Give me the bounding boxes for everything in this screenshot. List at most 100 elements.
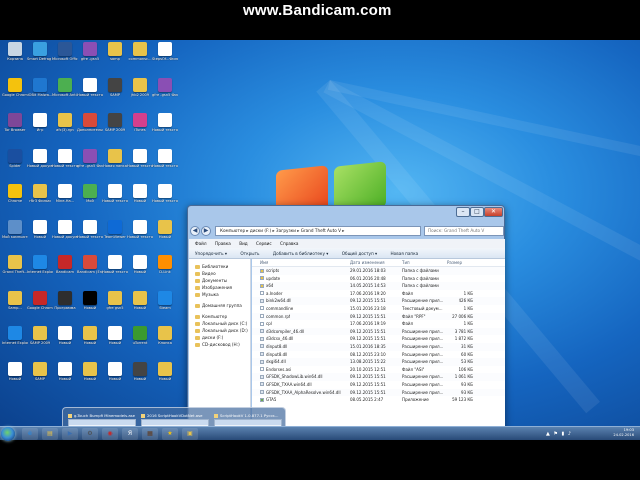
desktop-icon[interactable]: D-Link (152, 253, 178, 289)
desktop-icon[interactable]: Steam (152, 289, 178, 325)
desktop-icon[interactable]: Новый текстовый (102, 253, 128, 289)
nav-item[interactable]: Изображения (189, 284, 250, 291)
desktop-icon[interactable]: Новый (102, 324, 128, 360)
desktop-icon[interactable]: Google Chrome (2, 76, 28, 112)
desktop-icon[interactable]: Новый (77, 324, 103, 360)
desktop-icon[interactable]: SAMP 2009 (27, 324, 53, 360)
nav-item[interactable]: Компьютер (189, 313, 250, 320)
desktop-icon[interactable]: Новый (127, 289, 153, 325)
desktop-icon[interactable]: Новый (127, 182, 153, 218)
taskbar-app-icon[interactable]: ▣ (182, 428, 198, 440)
organize-button[interactable]: Упорядочить ▾ (195, 251, 227, 256)
explorer-window[interactable]: – □ ✕ ◀ ▶ Компьютер ▸ диски (F:) ▸ Загру… (187, 205, 505, 440)
file-row[interactable]: d3dcsx_46.dll 09.12.2015 15:51 Расширение … (252, 335, 505, 343)
column-type[interactable]: Тип (402, 259, 410, 267)
desktop-icon[interactable]: Новый текстовый (77, 218, 103, 254)
desktop-icon[interactable]: Новый текстовый... (152, 182, 178, 218)
desktop-icon[interactable]: StepsOf...Фильм (152, 40, 178, 76)
desktop-icon[interactable]: iOBit Malwa... (27, 76, 53, 112)
file-row[interactable]: commandline 15.01.2016 23:18 Текстовый док… (252, 305, 505, 313)
desktop-icon[interactable]: Tor Browser (2, 111, 28, 147)
desktop-icon[interactable]: Internet Explorer (2, 324, 28, 360)
file-row[interactable]: dxgi64.dll 13.08.2015 15:22 Расширение при… (252, 358, 505, 366)
desktop-icon[interactable]: Mine-Ha... (52, 182, 78, 218)
file-row[interactable]: GFSDK_ShadowLib.win64.dll 09.12.2015 15:5… (252, 373, 505, 381)
desktop-icon[interactable]: Новый текстовый... (152, 147, 178, 183)
desktop[interactable]: Корзина Smart Defrag 4Microsoft Office Wo… (0, 40, 640, 440)
taskbar-app-icon[interactable]: ▶ (62, 428, 78, 440)
add-to-library-button[interactable]: Добавить в библиотеку ▾ (273, 251, 329, 256)
file-row[interactable]: GTA5 08.05.2015 2:47 Приложение 59 123 КБ (252, 396, 505, 404)
desktop-icon[interactable]: Новый (77, 289, 103, 325)
file-row[interactable]: dinput8.dll 15.01.2016 18:35 Расширение пр… (252, 342, 505, 351)
file-row[interactable]: dinput8.dll 08.12.2015 23:10 Расширение пр… (252, 351, 505, 359)
desktop-icon[interactable]: Новый текстовый (102, 182, 128, 218)
desktop-icon[interactable]: Microsoft Anti-Malware (52, 76, 78, 112)
address-bar[interactable]: Компьютер ▸ диски (F:) ▸ Загрузки ▸ Gran… (215, 226, 421, 236)
start-button[interactable] (1, 427, 15, 441)
desktop-icon[interactable]: gfre -gsn5 Фильм (77, 147, 103, 183)
desktop-icon[interactable]: Internet Explorer (27, 253, 53, 289)
desktop-icon[interactable]: Новый (77, 360, 103, 396)
nav-item[interactable]: Документы (189, 277, 250, 284)
desktop-icon[interactable]: Новый (102, 360, 128, 396)
menu-view[interactable]: Вид (239, 241, 248, 246)
file-row[interactable]: x64 14.05.2015 14:53 Папка с файлами (252, 282, 505, 290)
desktop-icon[interactable]: iTunes (127, 111, 153, 147)
column-name[interactable]: Имя (260, 259, 268, 267)
taskbar-app-icon[interactable]: Я (122, 428, 138, 440)
taskbar-app-icon[interactable]: ▤ (42, 428, 58, 440)
desktop-icon[interactable]: Новый текстовый... (152, 111, 178, 147)
desktop-icon[interactable]: Bandicam (52, 253, 78, 289)
desktop-icon[interactable]: Дополнительно (77, 111, 103, 147)
desktop-icon[interactable]: Microsoft Office Wo... (52, 40, 78, 76)
desktop-icon[interactable]: Новый (2, 360, 28, 396)
menu-file[interactable]: Файл (195, 241, 207, 246)
nav-item[interactable]: Локальный диск (D:) (189, 327, 250, 334)
menu-help[interactable]: Справка (280, 241, 298, 246)
clock[interactable]: 19:03 24.02.2016 (568, 428, 634, 438)
file-row[interactable]: bink2w64.dll 09.12.2015 15:51 Расширение п… (252, 297, 505, 305)
desktop-icon[interactable]: Samp... (2, 289, 28, 325)
desktop-icon[interactable]: Мой компьютер (2, 218, 28, 254)
minimize-button[interactable]: – (456, 207, 470, 217)
file-row[interactable]: GFSDK_TXAA.win64.dll 09.12.2015 15:51 Расш… (252, 381, 505, 389)
desktop-icon[interactable]: Мой (77, 182, 103, 218)
desktop-icon[interactable]: Новый (152, 360, 178, 396)
desktop-icon[interactable]: Smart Defrag 4 (27, 40, 53, 76)
desktop-icon[interactable]: TeamViewer (102, 218, 128, 254)
desktop-icon[interactable]: Grand Theft... (2, 253, 28, 289)
column-size[interactable]: Размер (447, 259, 462, 267)
desktop-icon[interactable]: SAMP (27, 360, 53, 396)
nav-item[interactable]: Библиотеки (189, 263, 250, 270)
desktop-icon[interactable]: Новый текстовый (52, 147, 78, 183)
forward-arrow-icon[interactable]: ▶ (201, 226, 211, 236)
desktop-icon[interactable]: commonsc... (127, 40, 153, 76)
menu-tools[interactable]: Сервис (256, 241, 272, 246)
file-row[interactable]: scripts 29.01.2016 18:03 Папка с файлами (252, 267, 505, 275)
desktop-icon[interactable]: Новый (152, 218, 178, 254)
desktop-icon[interactable]: uTorrent (127, 324, 153, 360)
desktop-icon[interactable]: samp (102, 40, 128, 76)
desktop-icon[interactable]: Кнопка (152, 324, 178, 360)
file-row[interactable]: GFSDK_TXAA_AlphaResolve.win64.dll 09.12.2… (252, 388, 505, 397)
desktop-icon[interactable]: Новый документ (52, 218, 78, 254)
desktop-icon[interactable]: jhb2 2009 (127, 76, 153, 112)
nav-item[interactable]: CD-дисковод (H:) (189, 341, 250, 348)
back-arrow-icon[interactable]: ◀ (190, 226, 200, 236)
file-row[interactable]: Endorses.asi 20.10.2015 12:51 Файл "ASI" 10… (252, 366, 505, 374)
file-row[interactable]: d3dcompiler_46.dll 09.12.2015 15:51 Расшир… (252, 327, 505, 336)
taskbar-app-icon[interactable]: ▦ (142, 428, 158, 440)
desktop-icon[interactable]: afc(3).rgn (52, 111, 78, 147)
desktop-icon[interactable]: гбr3 Фильм (27, 182, 53, 218)
nav-item[interactable]: Видео (189, 270, 250, 277)
desktop-icon[interactable]: Новая папка (102, 147, 128, 183)
file-row[interactable]: common.rpf 09.12.2015 15:51 Файл "RPF" 27 0… (252, 312, 505, 321)
desktop-icon[interactable]: Новый (127, 360, 153, 396)
desktop-icon[interactable]: Новый (27, 218, 53, 254)
desktop-icon[interactable]: Игр (27, 111, 53, 147)
taskbar-app-icon[interactable]: ◉ (102, 428, 118, 440)
desktop-icon[interactable]: Новый (52, 360, 78, 396)
desktop-icon[interactable]: SAMP (102, 76, 128, 112)
desktop-icon[interactable]: Корзина (2, 40, 28, 76)
